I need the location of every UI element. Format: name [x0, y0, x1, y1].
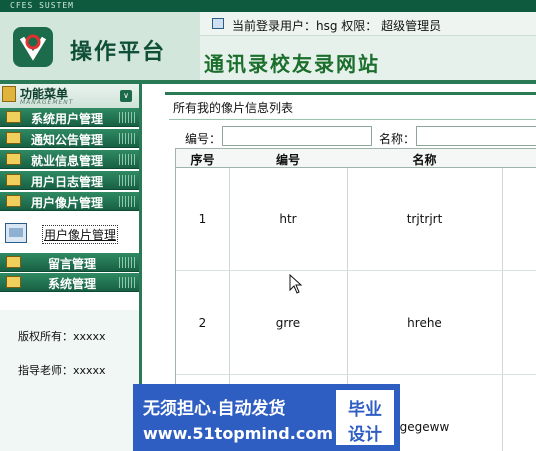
sidebar-item-label: 就业信息管理	[31, 154, 104, 168]
filter-row: 编号： 名称：	[169, 124, 536, 148]
menu-book-icon	[2, 86, 16, 102]
table-row[interactable]: 2 grre hrehe	[176, 272, 536, 375]
banner-badge: 毕业 设计	[334, 388, 396, 447]
mouse-cursor-icon	[289, 274, 303, 294]
grip-icon	[119, 112, 135, 123]
sidebar-item-label: 通知公告管理	[31, 133, 104, 147]
grip-icon	[119, 257, 135, 268]
folder-icon	[6, 195, 21, 207]
column-header-index: 序号	[190, 153, 215, 167]
cell-code: htr	[279, 212, 297, 226]
code-label: 编号：	[185, 132, 222, 146]
advisor-text: 指导老师：xxxxx	[18, 364, 106, 377]
sidebar-item-system-users[interactable]: 系统用户管理	[0, 108, 139, 127]
sidebar-item-label: 留言管理	[48, 257, 97, 271]
system-tag: CFES SUSTEM	[10, 1, 74, 10]
folder-icon	[6, 276, 21, 288]
sidebar-item-user-photos[interactable]: 用户像片管理	[0, 192, 139, 211]
divider	[169, 119, 536, 120]
user-bar: 当前登录用户：hsg 权限： 超级管理员	[200, 12, 536, 36]
folder-icon	[6, 256, 21, 268]
logo-icon	[13, 27, 53, 67]
grip-icon	[119, 154, 135, 165]
sidebar-item-system[interactable]: 系统管理	[0, 273, 139, 292]
cell-name: hrehe	[407, 316, 442, 330]
sidebar-item-label: 系统管理	[48, 277, 97, 291]
copyright-text: 版权所有：xxxxx	[18, 330, 106, 343]
banner-text-line1: 无须担心.自动发货	[143, 399, 286, 419]
sidebar: 功能菜单 MANAGEMENT ∨ 系统用户管理 通知公告管理 就业信息管理 用…	[0, 84, 142, 451]
folder-icon	[6, 132, 21, 144]
table-row[interactable]: 1 htr trjtrjrt	[176, 168, 536, 271]
sidebar-footer: 版权所有：xxxxx 指导老师：xxxxx	[0, 310, 139, 451]
sidebar-item-label: 用户日志管理	[31, 175, 104, 189]
name-label: 名称：	[379, 132, 416, 146]
name-search-input[interactable]	[416, 126, 536, 146]
page-title: 所有我的像片信息列表	[173, 101, 294, 115]
panel-top-rule	[165, 92, 536, 95]
grip-icon	[119, 196, 135, 207]
user-icon	[212, 18, 224, 29]
photo-manage-icon	[5, 223, 27, 243]
watermark-banner: 无须担心.自动发货 www.51topmind.com 毕业 设计	[133, 384, 400, 451]
sidebar-item-jobs[interactable]: 就业信息管理	[0, 150, 139, 169]
current-user-text: 当前登录用户：hsg 权限： 超级管理员	[232, 19, 442, 33]
top-strip: CFES SUSTEM	[0, 0, 536, 12]
logo-title: 操作平台	[70, 39, 167, 65]
chevron-down-icon[interactable]: ∨	[120, 90, 132, 102]
grip-icon	[119, 175, 135, 186]
table-header: 序号 编号 名称	[176, 149, 536, 168]
sidebar-item-label: 用户像片管理	[31, 196, 104, 210]
sidebar-item-notices[interactable]: 通知公告管理	[0, 129, 139, 148]
folder-icon	[6, 174, 21, 186]
badge-line1: 毕业	[348, 400, 382, 420]
code-search-input[interactable]	[222, 126, 372, 146]
header-logo-area: 操作平台	[0, 12, 200, 80]
cell-code: grre	[275, 316, 301, 330]
sidebar-item-label: 系统用户管理	[31, 112, 104, 126]
header: 操作平台 当前登录用户：hsg 权限： 超级管理员 通讯录校友录网站	[0, 12, 536, 80]
cell-index: 1	[198, 212, 207, 226]
banner-url: www.51topmind.com	[143, 424, 333, 443]
folder-icon	[6, 111, 21, 123]
grip-icon	[119, 277, 135, 288]
cell-index: 2	[198, 316, 207, 330]
sidebar-item-user-logs[interactable]: 用户日志管理	[0, 171, 139, 190]
site-title: 通讯录校友录网站	[204, 52, 380, 76]
column-header-code: 编号	[275, 153, 300, 167]
folder-icon	[6, 153, 21, 165]
submenu: 用户像片管理	[0, 215, 139, 253]
menu-subtitle: MANAGEMENT	[20, 99, 74, 106]
submenu-item-photo-manage[interactable]: 用户像片管理	[42, 225, 119, 244]
grip-icon	[119, 133, 135, 144]
badge-line2: 设计	[348, 425, 382, 445]
column-header-name: 名称	[412, 153, 437, 167]
cell-name: trjtrjrt	[406, 212, 443, 226]
menu-header: 功能菜单 MANAGEMENT ∨	[0, 84, 139, 108]
sidebar-item-messages[interactable]: 留言管理	[0, 253, 139, 272]
